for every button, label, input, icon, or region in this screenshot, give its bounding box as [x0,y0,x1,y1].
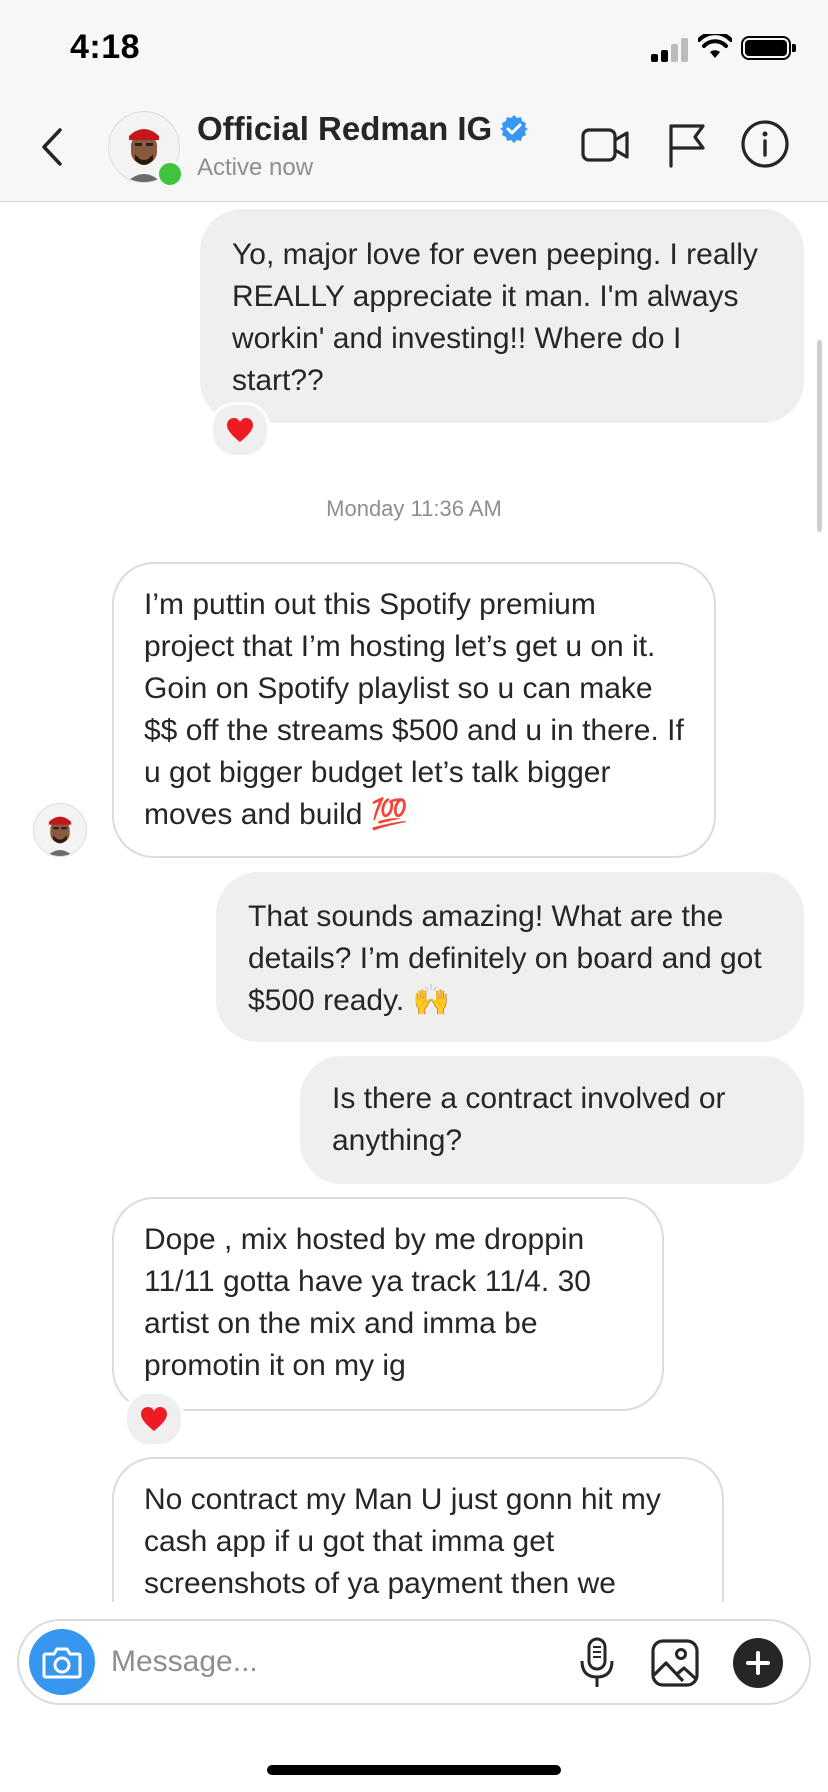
message-bubble-outgoing[interactable]: That sounds amazing! What are the detail… [216,872,804,1042]
message-text: I’m puttin out this Spotify premium proj… [144,588,684,831]
camera-icon [42,1647,82,1679]
wifi-icon [698,34,732,58]
info-icon[interactable] [739,118,791,170]
message-text: Yo, major love for even peeping. I reall… [232,238,758,397]
verified-badge-icon [500,115,528,143]
flag-icon[interactable] [666,120,708,170]
active-status-text: Active now [197,154,314,181]
status-bar: 4:18 [0,0,828,96]
scrollbar[interactable] [817,340,822,532]
home-indicator[interactable] [267,1765,561,1775]
more-button[interactable] [733,1638,783,1688]
heart-icon [227,418,253,442]
message-bubble-outgoing[interactable]: Yo, major love for even peeping. I reall… [200,209,804,423]
active-status-dot [156,160,184,188]
battery-icon [741,36,796,60]
reaction-heart[interactable] [124,1391,184,1447]
sender-avatar[interactable] [33,803,87,857]
camera-button[interactable] [29,1629,95,1695]
chat-header: Official Redman IG Active now [0,96,828,202]
reaction-heart[interactable] [210,402,270,458]
cellular-signal-icon [651,36,691,62]
message-input[interactable] [111,1641,491,1683]
message-text: Dope , mix hosted by me droppin 11/11 go… [144,1223,591,1382]
status-time: 4:18 [70,28,141,66]
message-text: No contract my Man U just gonn hit my ca… [144,1483,661,1600]
message-text: That sounds amazing! What are the detail… [248,900,762,1017]
message-bubble-incoming[interactable]: Dope , mix hosted by me droppin 11/11 go… [112,1197,664,1411]
heart-icon [141,1407,167,1431]
video-call-icon[interactable] [580,120,630,170]
microphone-icon[interactable] [579,1637,615,1689]
message-bubble-outgoing[interactable]: Is there a contract involved or anything… [300,1056,804,1184]
message-timestamp: Monday 11:36 AM [326,496,502,521]
message-composer [17,1619,811,1705]
back-icon[interactable] [36,122,66,172]
gallery-icon[interactable] [651,1639,699,1687]
message-text: Is there a contract involved or anything… [332,1082,726,1157]
message-bubble-incoming[interactable]: I’m puttin out this Spotify premium proj… [112,562,716,858]
plus-icon [746,1651,770,1675]
contact-name[interactable]: Official Redman IG [197,110,492,148]
